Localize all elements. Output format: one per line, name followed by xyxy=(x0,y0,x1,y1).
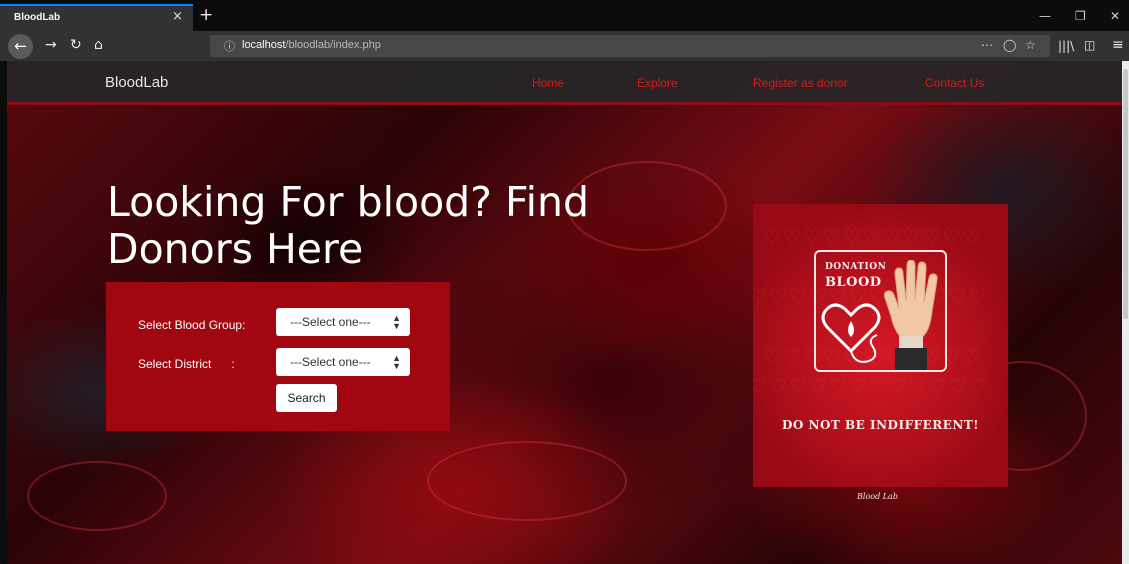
forward-arrow-icon[interactable]: → xyxy=(45,37,57,53)
blood-group-select[interactable]: ---Select one--- ▲ ▼ xyxy=(276,308,410,336)
browser-toolbar: ← → ↻ ⌂ ⓘ localhost/bloodlab/index.php ⋯… xyxy=(0,31,1129,61)
home-icon[interactable]: ⌂ xyxy=(94,37,103,53)
url-text[interactable]: localhost/bloodlab/index.php xyxy=(242,39,381,51)
bookmark-star-icon[interactable]: ☆ xyxy=(1025,38,1036,52)
tab-title: BloodLab xyxy=(14,12,61,23)
district-label: Select District : xyxy=(138,357,235,371)
scrollbar-thumb[interactable] xyxy=(1123,69,1128,319)
poster-slogan: DO NOT BE INDIFFERENT! xyxy=(781,418,980,432)
back-arrow-icon[interactable]: ← xyxy=(8,34,33,59)
hero-title: Looking For blood? Find Donors Here xyxy=(107,178,589,273)
poster-donation-text: DONATION xyxy=(825,262,887,272)
restore-icon[interactable]: ❐ xyxy=(1075,9,1086,23)
tab-close-icon[interactable]: × xyxy=(172,9,183,24)
heart-drop-icon xyxy=(821,303,881,363)
browser-tab-bar: BloodLab × + — ❐ ✕ xyxy=(0,0,1129,31)
url-path: /bloodlab/index.php xyxy=(285,39,381,51)
nav-contact-us[interactable]: Contact Us xyxy=(925,76,984,90)
district-select[interactable]: ---Select one--- ▲ ▼ xyxy=(276,348,410,376)
donation-poster: ♡♡♡♡♡♡♡♡♡♡♡ ♡♡♡♡♡♡♡♡♡♡♡♡ ♡♡♡♡♡♡♡♡♡♡♡ ♡♡♡… xyxy=(753,204,1008,487)
pocket-icon[interactable]: ◯ xyxy=(1003,38,1016,52)
heart-pattern: ♡♡♡♡♡♡♡♡♡♡♡ xyxy=(763,224,983,248)
search-button[interactable]: Search xyxy=(276,384,337,412)
close-window-icon[interactable]: ✕ xyxy=(1110,9,1120,23)
nav-home[interactable]: Home xyxy=(532,76,564,90)
blood-group-label: Select Blood Group: xyxy=(138,318,246,332)
page-body: BloodLab Home Explore Register as donor … xyxy=(7,61,1122,564)
url-bar[interactable]: ⓘ localhost/bloodlab/index.php ⋯ ◯ ☆ xyxy=(210,35,1050,57)
poster-blood-text: BLOOD xyxy=(825,275,882,290)
background-swirl xyxy=(427,441,627,521)
site-brand[interactable]: BloodLab xyxy=(105,74,168,91)
reload-icon[interactable]: ↻ xyxy=(70,37,82,53)
raised-hand-icon xyxy=(883,260,938,370)
info-icon[interactable]: ⓘ xyxy=(224,38,235,54)
background-swirl xyxy=(27,461,167,531)
select-arrows-icon: ▲ ▼ xyxy=(392,313,401,331)
poster-caption: Blood Lab xyxy=(857,492,898,501)
page-scrollbar[interactable] xyxy=(1122,61,1129,564)
new-tab-icon[interactable]: + xyxy=(199,5,213,25)
browser-tab[interactable]: BloodLab × xyxy=(0,4,193,31)
menu-icon[interactable]: ≡ xyxy=(1112,37,1124,53)
donor-search-form: Select Blood Group: ---Select one--- ▲ ▼ … xyxy=(106,282,450,431)
site-navbar: BloodLab Home Explore Register as donor … xyxy=(7,61,1122,105)
blood-group-value: ---Select one--- xyxy=(290,315,371,329)
url-host: localhost xyxy=(242,39,286,51)
district-value: ---Select one--- xyxy=(290,355,371,369)
nav-register-donor[interactable]: Register as donor xyxy=(753,76,848,90)
page-actions-icon[interactable]: ⋯ xyxy=(981,38,993,52)
sidebar-icon[interactable]: ◫ xyxy=(1084,38,1095,52)
nav-explore[interactable]: Explore xyxy=(637,76,678,90)
select-arrows-icon: ▲ ▼ xyxy=(392,353,401,371)
minimize-icon[interactable]: — xyxy=(1039,9,1051,23)
library-icon[interactable]: |||\ xyxy=(1058,39,1074,53)
heart-pattern: ♡♡♡♡♡♡♡♡♡♡♡♡ xyxy=(753,374,989,398)
